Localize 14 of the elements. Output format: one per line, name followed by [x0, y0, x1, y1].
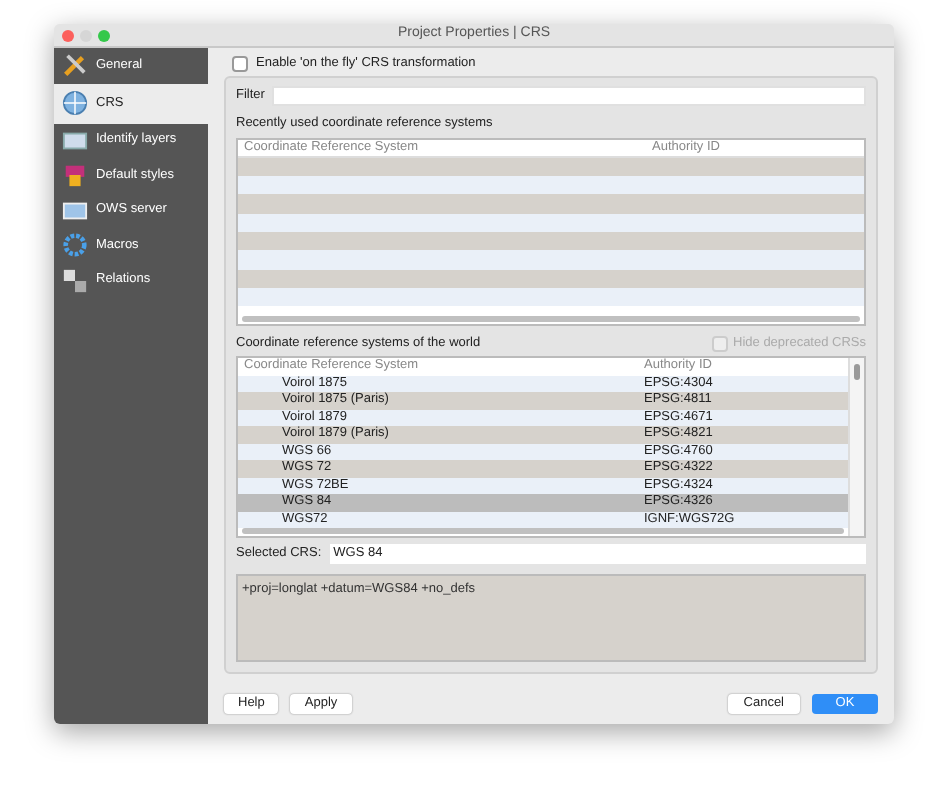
- horizontal-scrollbar[interactable]: [242, 315, 860, 322]
- vertical-scrollbar[interactable]: [848, 357, 864, 536]
- layers-icon: [62, 127, 88, 154]
- gear-icon: [62, 232, 88, 259]
- globe-icon: [62, 90, 88, 116]
- close-icon[interactable]: [62, 29, 74, 41]
- zoom-icon[interactable]: [98, 29, 110, 41]
- filter-field[interactable]: [272, 86, 866, 106]
- tools-icon: [62, 52, 88, 79]
- horizontal-scrollbar[interactable]: [242, 528, 844, 534]
- relations-icon: [62, 267, 88, 294]
- checkbox[interactable]: [232, 55, 248, 71]
- map-icon: [62, 197, 88, 224]
- paint-icon: [62, 162, 88, 189]
